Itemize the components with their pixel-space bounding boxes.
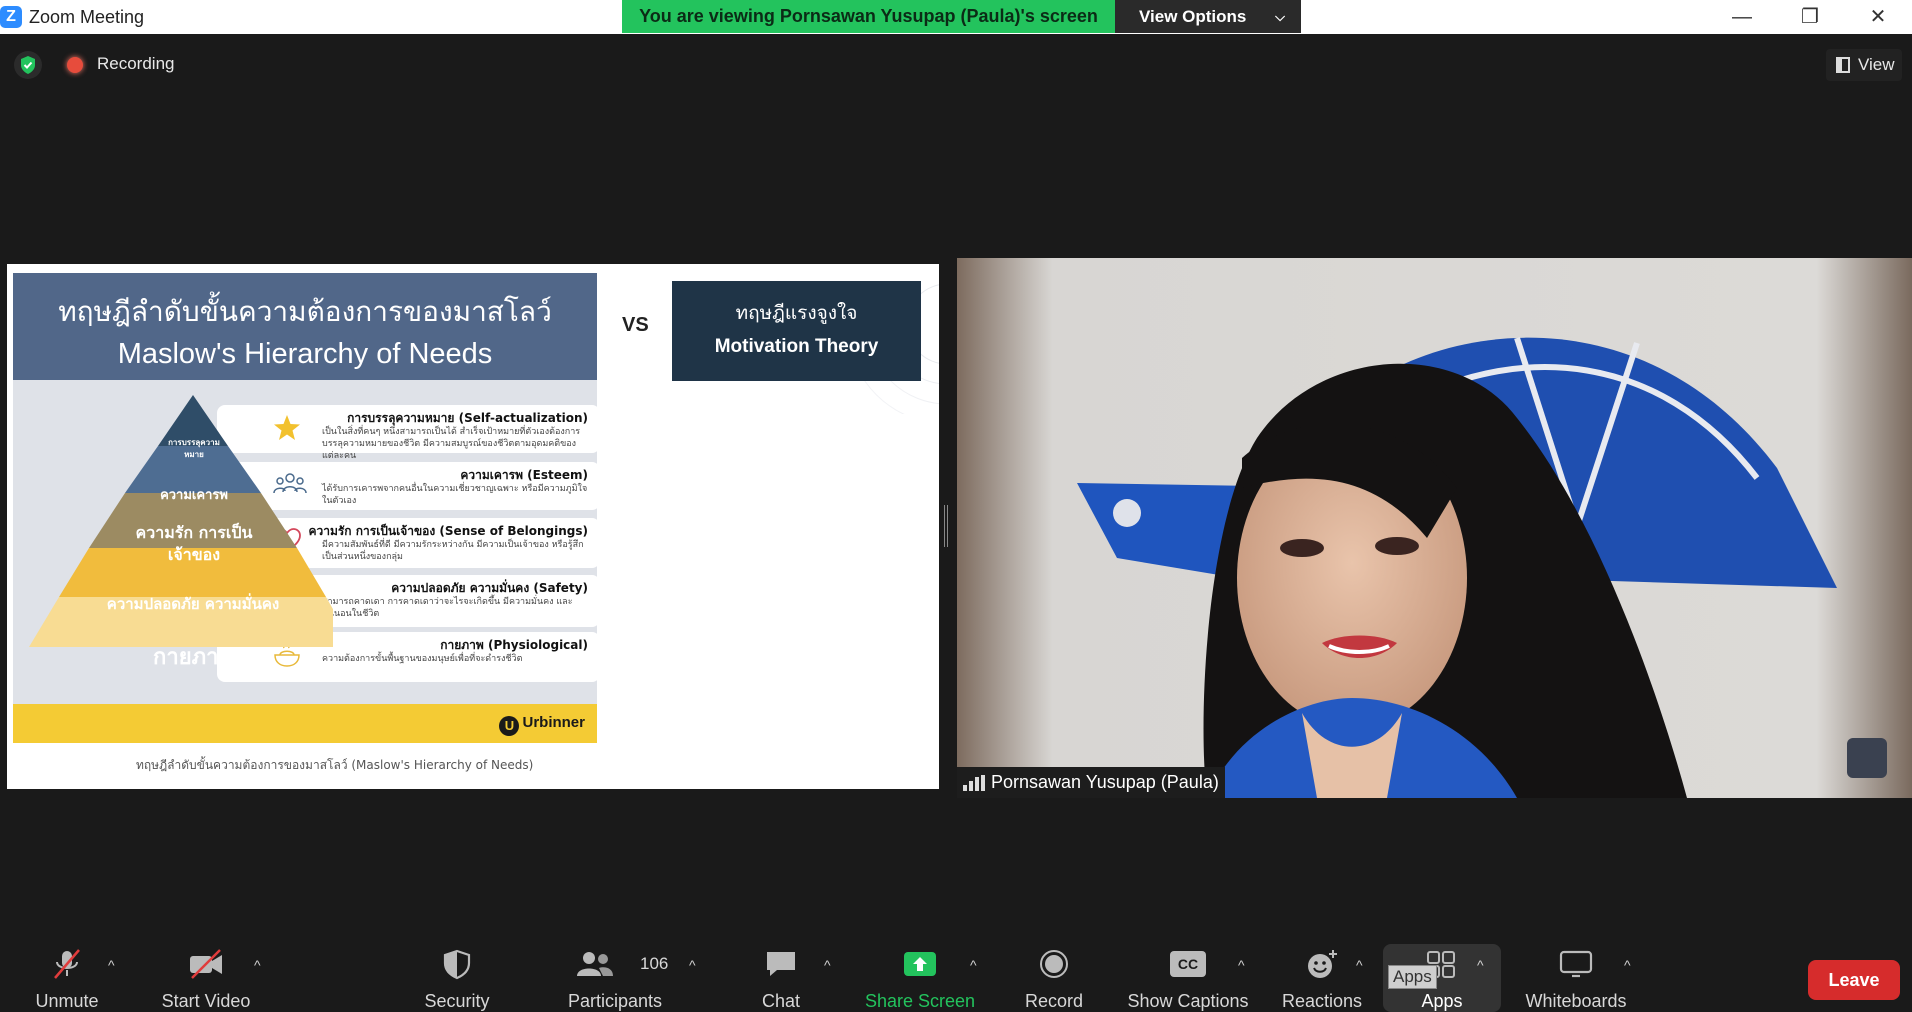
level-description: มีความสัมพันธ์ที่ดี มีความรักระหว่างกัน … — [322, 540, 584, 562]
audio-options-caret[interactable]: ^ — [108, 957, 115, 973]
participants-options-caret[interactable]: ^ — [689, 957, 696, 973]
participants-button[interactable]: 106 Participants — [560, 940, 670, 1012]
slide-title-thai: ทฤษฎีลำดับขั้นความต้องการของมาสโลว์ — [58, 295, 552, 328]
brand-name: Urbinner — [522, 714, 585, 731]
urbinner-logo: U Urbinner — [499, 714, 585, 736]
pyramid-label-belongings: ความรัก การเป็นเจ้าของ — [135, 523, 253, 564]
video-camera-off-icon — [188, 948, 224, 980]
participant-name-tag: Pornsawan Yusupap (Paula) — [957, 767, 1225, 798]
slide-footer-bar: U Urbinner — [13, 704, 597, 743]
brand-mark-icon: U — [499, 716, 520, 736]
closed-captions-icon: CC — [1170, 948, 1206, 980]
window-title: Zoom Meeting — [29, 7, 145, 27]
unmute-button[interactable]: Unmute — [22, 940, 112, 1012]
recording-label[interactable]: Recording — [97, 54, 175, 74]
show-captions-label: Show Captions — [1127, 991, 1249, 1011]
security-label: Security — [424, 991, 490, 1011]
reactions-button[interactable]: Reactions — [1280, 940, 1364, 1012]
level-description: ความต้องการขั้นพื้นฐานของมนุษย์เพื่อที่จ… — [322, 654, 523, 664]
motivation-theory-box: ทฤษฎีแรงจูงใจ Motivation Theory — [672, 281, 921, 381]
whiteboards-label: Whiteboards — [1525, 991, 1627, 1011]
pyramid-label-safety: ความปลอดภัย ความมั่นคง — [106, 595, 280, 613]
recording-dot-icon — [67, 57, 83, 73]
video-options-caret[interactable]: ^ — [254, 957, 261, 973]
viewing-banner: You are viewing Pornsawan Yusupap (Paula… — [622, 0, 1115, 33]
participants-count: 106 — [640, 954, 669, 973]
chat-button[interactable]: Chat — [746, 940, 816, 1012]
panel-resize-handle[interactable] — [944, 505, 948, 547]
layout-icon — [1836, 57, 1850, 73]
chat-options-caret[interactable]: ^ — [824, 957, 831, 973]
pyramid-label-physiological: กายภาพ — [153, 645, 233, 670]
chat-bubble-icon — [763, 948, 799, 980]
whiteboard-icon — [1558, 948, 1594, 980]
title-bar: Z Zoom Meeting You are viewing Pornsawan… — [0, 0, 1912, 34]
share-screen-button[interactable]: Share Screen — [862, 940, 978, 1012]
apps-tooltip: Apps — [1388, 965, 1437, 989]
start-video-button[interactable]: Start Video — [150, 940, 262, 1012]
signal-bars-icon — [963, 775, 985, 791]
participants-label: Participants — [567, 991, 663, 1011]
level-description: เป็นในสิ่งที่คนๆ หนึ่งสามารถเป็นได้ สำเร… — [322, 427, 581, 461]
security-shield-icon — [439, 948, 475, 980]
share-screen-label: Share Screen — [864, 991, 976, 1011]
apps-options-caret[interactable]: ^ — [1477, 957, 1484, 973]
slide-caption: ทฤษฎีลำดับขั้นความต้องการของมาสโลว์ (Mas… — [136, 758, 534, 772]
participant-name: Pornsawan Yusupap (Paula) — [991, 772, 1219, 792]
show-captions-button[interactable]: CC Show Captions — [1124, 940, 1252, 1012]
slide-title-box: ทฤษฎีลำดับขั้นความต้องการของมาสโลว์ Masl… — [13, 273, 597, 380]
captions-options-caret[interactable]: ^ — [1238, 957, 1245, 973]
reactions-label: Reactions — [1281, 991, 1363, 1011]
security-button[interactable]: Security — [414, 940, 500, 1012]
level-description: สามารถคาดเดา การคาดเดาว่าจะไรจะเกิดขึ้น … — [322, 597, 573, 619]
encryption-shield-icon[interactable] — [14, 51, 42, 79]
slide-title-english: Maslow's Hierarchy of Needs — [117, 338, 493, 370]
pyramid-label-self-actualization: การบรรลุความหมาย — [168, 438, 220, 459]
leave-button[interactable]: Leave — [1808, 960, 1900, 1000]
chat-label: Chat — [761, 991, 801, 1011]
whiteboards-options-caret[interactable]: ^ — [1624, 957, 1631, 973]
maximize-button[interactable]: ❐ — [1776, 0, 1844, 34]
chevron-down-icon: ⌵ — [1275, 9, 1285, 24]
level-description: ได้รับการเคารพจากคนอื่นในความเชี่ยวชาญเฉ… — [322, 484, 588, 506]
unmute-label: Unmute — [35, 991, 99, 1011]
cc-text: CC — [1170, 951, 1206, 977]
record-icon — [1036, 948, 1072, 980]
view-label: View — [1858, 55, 1895, 74]
reactions-options-caret[interactable]: ^ — [1356, 957, 1363, 973]
view-options-button[interactable]: View Options ⌵ — [1115, 0, 1301, 33]
participants-icon — [575, 948, 613, 980]
share-screen-icon — [902, 948, 938, 980]
close-button[interactable]: ✕ — [1844, 0, 1912, 34]
motivation-title-english: Motivation Theory — [714, 336, 879, 357]
vs-label: VS — [622, 314, 649, 336]
view-layout-button[interactable]: View — [1826, 49, 1902, 81]
apps-label: Apps — [1421, 991, 1463, 1011]
share-options-caret[interactable]: ^ — [970, 957, 977, 973]
record-button[interactable]: Record — [1018, 940, 1090, 1012]
whiteboards-button[interactable]: Whiteboards — [1518, 940, 1634, 1012]
record-label: Record — [1024, 991, 1084, 1011]
microphone-muted-icon — [49, 948, 85, 980]
minimize-button[interactable]: — — [1708, 0, 1776, 34]
start-video-label: Start Video — [161, 991, 251, 1011]
view-options-label: View Options — [1139, 7, 1247, 26]
shared-screen[interactable]: ทฤษฎีลำดับขั้นความต้องการของมาสโลว์ Masl… — [7, 264, 939, 789]
pyramid-label-esteem: ความเคารพ — [160, 488, 228, 503]
video-frame-image — [957, 258, 1912, 798]
smiley-add-icon — [1304, 948, 1340, 980]
motivation-title-thai: ทฤษฎีแรงจูงใจ — [735, 302, 858, 324]
participant-video[interactable] — [957, 258, 1912, 798]
zoom-logo-icon: Z — [0, 6, 22, 28]
